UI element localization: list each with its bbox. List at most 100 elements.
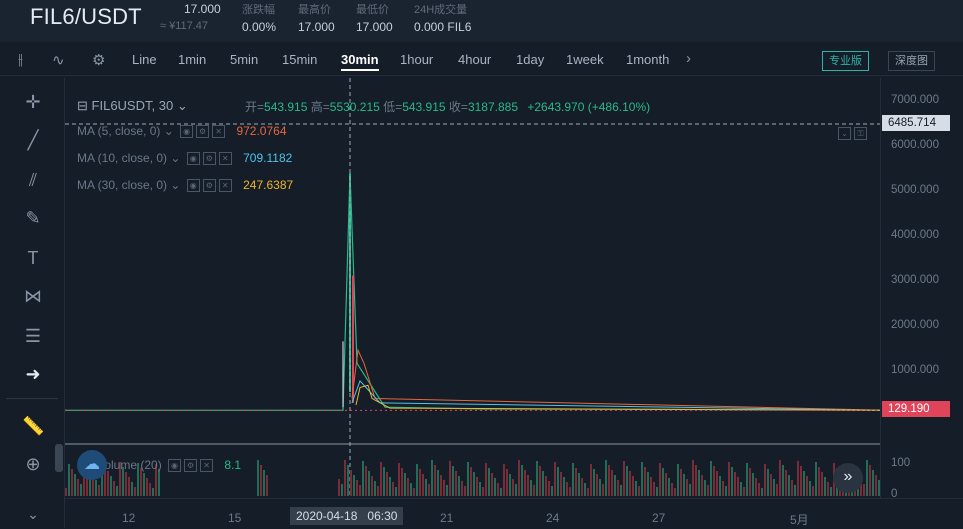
volume-bar — [809, 481, 811, 496]
volume-bar — [527, 475, 529, 496]
close-icon[interactable]: ✕ — [200, 459, 214, 473]
volume-bar — [788, 475, 790, 496]
close-icon[interactable]: ✕ — [212, 125, 226, 139]
line-type-icon[interactable]: ∿ — [52, 51, 65, 69]
volume-bar — [740, 482, 742, 496]
lock-icon[interactable]: ⚿ — [854, 127, 867, 141]
volume-bar — [713, 466, 715, 496]
parallel-channel-icon[interactable]: ⫽ — [22, 170, 44, 191]
volume-bar — [650, 477, 652, 496]
eye-icon[interactable]: ◉ — [186, 179, 200, 193]
volume-bar — [401, 468, 403, 496]
settings-gear-icon[interactable]: ⚙ — [92, 51, 105, 69]
volume-bar — [353, 475, 355, 496]
time-axis[interactable]: 12 15 21 24 27 5月 2020-04-18 06:30 — [65, 498, 963, 529]
cloud-icon[interactable]: ☁ — [77, 450, 107, 480]
volume-bar — [662, 468, 664, 496]
volume-bar — [512, 479, 514, 496]
interval-1day[interactable]: 1day — [516, 52, 544, 67]
interval-15min[interactable]: 15min — [282, 52, 317, 67]
crosshair-icon[interactable]: ✛ — [22, 92, 44, 113]
ma5-line — [351, 348, 880, 411]
volume-bar — [116, 486, 118, 496]
stat-volume: 24H成交量 0.000 FIL6 — [414, 4, 472, 34]
volume-bar — [794, 485, 796, 496]
interval-1month[interactable]: 1month — [626, 52, 669, 67]
volume-bar — [257, 460, 259, 496]
volume-y-tick: 100 — [891, 457, 911, 469]
candle-type-icon[interactable]: ⫲ — [18, 51, 23, 68]
pane-resize-handle[interactable] — [55, 444, 63, 472]
volume-bar — [683, 474, 685, 496]
depth-chart-button[interactable]: 深度图 — [888, 51, 935, 71]
volume-bar — [386, 472, 388, 496]
close-icon[interactable]: ✕ — [218, 179, 232, 193]
text-tool-icon[interactable]: T — [22, 248, 44, 269]
symbol-chevron-icon[interactable]: ⌄ — [177, 98, 188, 113]
symbol-legend[interactable]: ⊟ FIL6USDT, 30 ⌄ — [77, 98, 188, 114]
interval-line[interactable]: Line — [132, 52, 157, 67]
eye-icon[interactable]: ◉ — [180, 125, 194, 139]
interval-4hour[interactable]: 4hour — [458, 52, 491, 67]
back-arrow-icon[interactable]: ➜ — [22, 364, 44, 385]
pro-view-button[interactable]: 专业版 — [822, 51, 869, 71]
ruler-icon[interactable]: 📏 — [22, 416, 44, 437]
eye-icon[interactable]: ◉ — [168, 459, 182, 473]
volume-bar — [821, 472, 823, 496]
volume-bar — [497, 483, 499, 496]
interval-1week[interactable]: 1week — [566, 52, 604, 67]
last-price-cny: ≈ ¥117.47 — [160, 20, 209, 32]
volume-bar — [449, 461, 451, 496]
scroll-to-latest-icon[interactable]: » — [833, 463, 863, 493]
volume-bar — [578, 473, 580, 496]
interval-1hour[interactable]: 1hour — [400, 52, 433, 67]
volume-bar — [605, 460, 607, 496]
zoom-in-icon[interactable]: ⊕ — [22, 454, 44, 475]
x-tick: 27 — [652, 511, 666, 525]
ma5-legend[interactable]: MA (5, close, 0) ⌄ ◉ ⚙ ✕ 972.0764 — [77, 124, 287, 139]
volume-bar — [458, 476, 460, 496]
volume-bar — [152, 488, 154, 496]
volume-bar — [377, 486, 379, 496]
volume-bar — [77, 479, 79, 496]
chevron-right-icon[interactable]: › — [686, 50, 691, 67]
volume-bar — [773, 479, 775, 496]
settings-icon[interactable]: ⚙ — [184, 459, 198, 473]
interval-30min[interactable]: 30min — [341, 52, 379, 71]
volume-bar — [689, 484, 691, 496]
volume-bar — [872, 470, 874, 496]
volume-bar — [866, 460, 868, 496]
price-chart[interactable]: ⊟ FIL6USDT, 30 ⌄ 开=543.915 高=5530.215 低=… — [55, 78, 880, 498]
volume-bar — [143, 473, 145, 496]
ma30-legend[interactable]: MA (30, close, 0) ⌄ ◉ ⚙ ✕ 247.6387 — [77, 178, 293, 193]
volume-bar — [359, 485, 361, 496]
collapse-icon[interactable]: ⊟ — [77, 98, 88, 113]
volume-bar — [404, 473, 406, 496]
volume-bar — [428, 484, 430, 496]
trend-line-icon[interactable]: ╱ — [22, 130, 44, 151]
settings-icon[interactable]: ⚙ — [202, 179, 216, 193]
volume-bar — [785, 470, 787, 496]
volume-bar — [473, 472, 475, 496]
chevron-down-icon[interactable]: ⌄ — [22, 506, 44, 523]
settings-icon[interactable]: ⚙ — [196, 125, 210, 139]
y-tick: 5000.000 — [891, 184, 939, 196]
volume-bar — [356, 480, 358, 496]
volume-bar — [644, 467, 646, 496]
volume-bar — [710, 461, 712, 496]
price-axis[interactable]: 7000.000 6000.000 5000.000 4000.000 3000… — [880, 78, 963, 500]
interval-1min[interactable]: 1min — [178, 52, 206, 67]
interval-5min[interactable]: 5min — [230, 52, 258, 67]
close-icon[interactable]: ✕ — [218, 152, 232, 166]
fib-retracement-icon[interactable]: ☰ — [22, 326, 44, 347]
collapse-down-icon[interactable]: ⌄ — [838, 127, 851, 141]
pattern-icon[interactable]: ⋈ — [22, 286, 44, 307]
volume-bar — [95, 480, 97, 496]
brush-icon[interactable]: ✎ — [22, 208, 44, 229]
settings-icon[interactable]: ⚙ — [202, 152, 216, 166]
eye-icon[interactable]: ◉ — [186, 152, 200, 166]
volume-legend[interactable]: Volume (20) ◉ ⚙ ✕ 8.1 — [97, 458, 241, 473]
volume-bar — [539, 466, 541, 496]
volume-bar — [509, 474, 511, 496]
ma10-legend[interactable]: MA (10, close, 0) ⌄ ◉ ⚙ ✕ 709.1182 — [77, 151, 292, 166]
